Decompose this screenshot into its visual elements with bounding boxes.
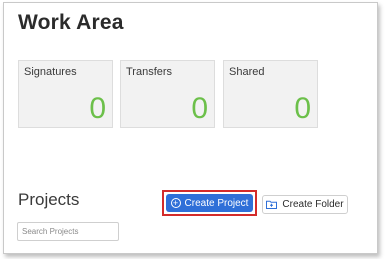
create-folder-button[interactable]: Create Folder [262, 195, 348, 214]
card-label: Shared [229, 66, 265, 78]
work-area-panel: Work Area Signatures 0 Transfers 0 Share… [3, 2, 378, 254]
card-label: Transfers [126, 66, 173, 78]
signatures-card[interactable]: Signatures 0 [18, 60, 113, 128]
create-folder-label: Create Folder [282, 199, 344, 210]
card-count: 0 [294, 92, 311, 125]
shared-card[interactable]: Shared 0 [223, 60, 318, 128]
transfers-card[interactable]: Transfers 0 [120, 60, 215, 128]
card-count: 0 [191, 92, 208, 125]
plus-circle-icon: + [170, 198, 181, 208]
search-projects-input[interactable] [17, 222, 119, 241]
folder-plus-icon [266, 200, 278, 209]
create-project-label: Create Project [184, 197, 249, 209]
card-label: Signatures [24, 66, 77, 78]
create-project-button[interactable]: + Create Project [166, 194, 253, 212]
page-title: Work Area [18, 11, 124, 34]
card-count: 0 [89, 92, 106, 125]
projects-heading: Projects [18, 190, 80, 209]
